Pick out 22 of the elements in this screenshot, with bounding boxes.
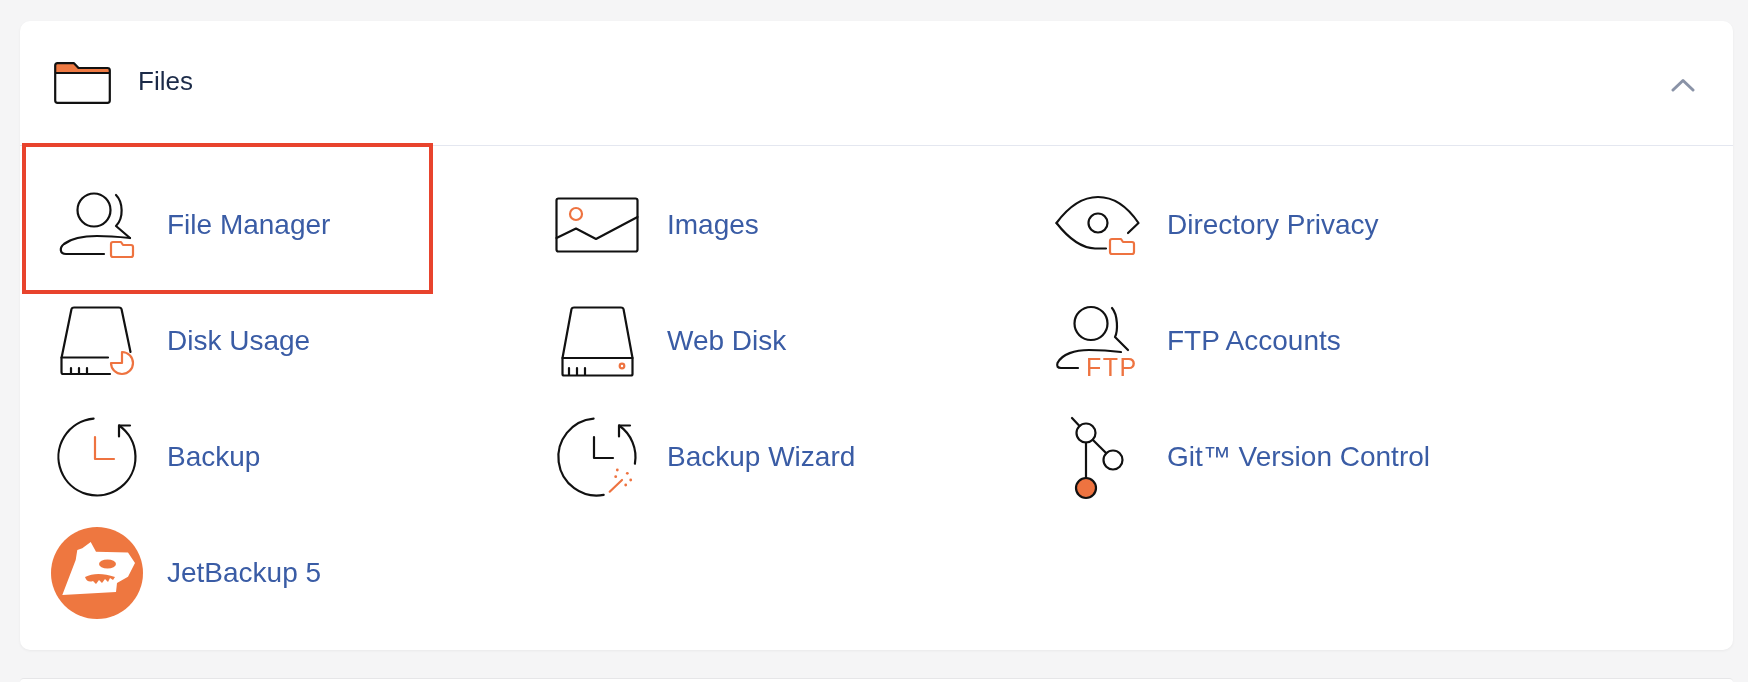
tool-link[interactable]: Git™ Version Control <box>1049 414 1430 500</box>
collapse-button[interactable] <box>1671 77 1695 92</box>
folder-icon <box>54 62 111 104</box>
section-title: Files <box>138 65 193 97</box>
tool-link[interactable]: Disk Usage <box>49 306 311 376</box>
tool-link[interactable]: File Manager <box>49 191 331 259</box>
disk-drive-icon <box>560 305 634 377</box>
disk-chart-icon <box>59 306 135 376</box>
tool-link[interactable]: Images <box>549 197 759 253</box>
tool-link[interactable]: Backup <box>49 416 261 498</box>
image-icon <box>555 197 639 253</box>
tool-link[interactable]: Backup Wizard <box>549 416 856 498</box>
tool-link[interactable]: FTP FTP Accounts <box>1049 305 1341 377</box>
tool-link[interactable]: Web Disk <box>549 305 787 377</box>
eye-folder-icon <box>1054 194 1140 256</box>
clock-wand-icon <box>557 416 637 498</box>
branch-icon <box>1069 414 1125 500</box>
tool-link[interactable]: JetBackup 5 <box>49 527 322 619</box>
tool-link[interactable]: Directory Privacy <box>1049 194 1379 256</box>
clock-arrow-icon <box>57 416 137 498</box>
animal-head-icon <box>51 527 143 619</box>
user-folder-icon <box>59 191 135 259</box>
